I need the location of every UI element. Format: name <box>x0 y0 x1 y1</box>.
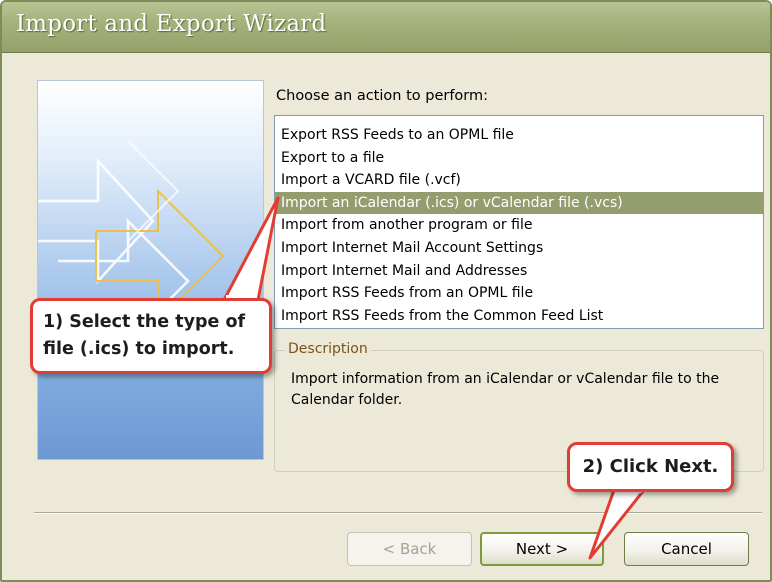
wizard-window: Import and Export Wizard Choose an actio… <box>0 0 772 582</box>
step-2-callout: 2) Click Next. <box>567 442 734 492</box>
separator-line <box>34 512 762 514</box>
import-export-arrows-icon <box>38 140 225 345</box>
description-text: Import information from an iCalendar or … <box>291 371 720 408</box>
list-item[interactable]: Export RSS Feeds to an OPML file <box>275 124 763 147</box>
list-item[interactable]: Export to a file <box>275 147 763 170</box>
list-item[interactable]: Import Internet Mail and Addresses <box>275 260 763 283</box>
wizard-banner-image <box>37 80 264 460</box>
list-item[interactable]: Import from another program or file <box>275 214 763 237</box>
list-item[interactable]: Import Internet Mail Account Settings <box>275 237 763 260</box>
action-listbox[interactable]: Export RSS Feeds to an OPML file Export … <box>274 115 764 329</box>
list-item[interactable]: Import RSS Feeds from an OPML file <box>275 282 763 305</box>
action-prompt-label: Choose an action to perform: <box>276 88 489 104</box>
back-button[interactable]: < Back <box>347 532 472 566</box>
description-legend: Description <box>285 341 371 357</box>
title-bar[interactable]: Import and Export Wizard <box>2 2 770 53</box>
list-item[interactable]: Import RSS Feeds from the Common Feed Li… <box>275 305 763 328</box>
window-title: Import and Export Wizard <box>16 11 327 37</box>
next-button[interactable]: Next > <box>480 532 604 566</box>
list-item-selected[interactable]: Import an iCalendar (.ics) or vCalendar … <box>275 191 763 215</box>
step-1-line-2: file (.ics) to import. <box>43 339 235 359</box>
cancel-button[interactable]: Cancel <box>624 532 749 566</box>
step-1-callout: 1) Select the type of file (.ics) to imp… <box>30 298 272 374</box>
step-1-line-1: 1) Select the type of <box>43 312 246 332</box>
list-item[interactable]: Import a VCARD file (.vcf) <box>275 169 763 192</box>
